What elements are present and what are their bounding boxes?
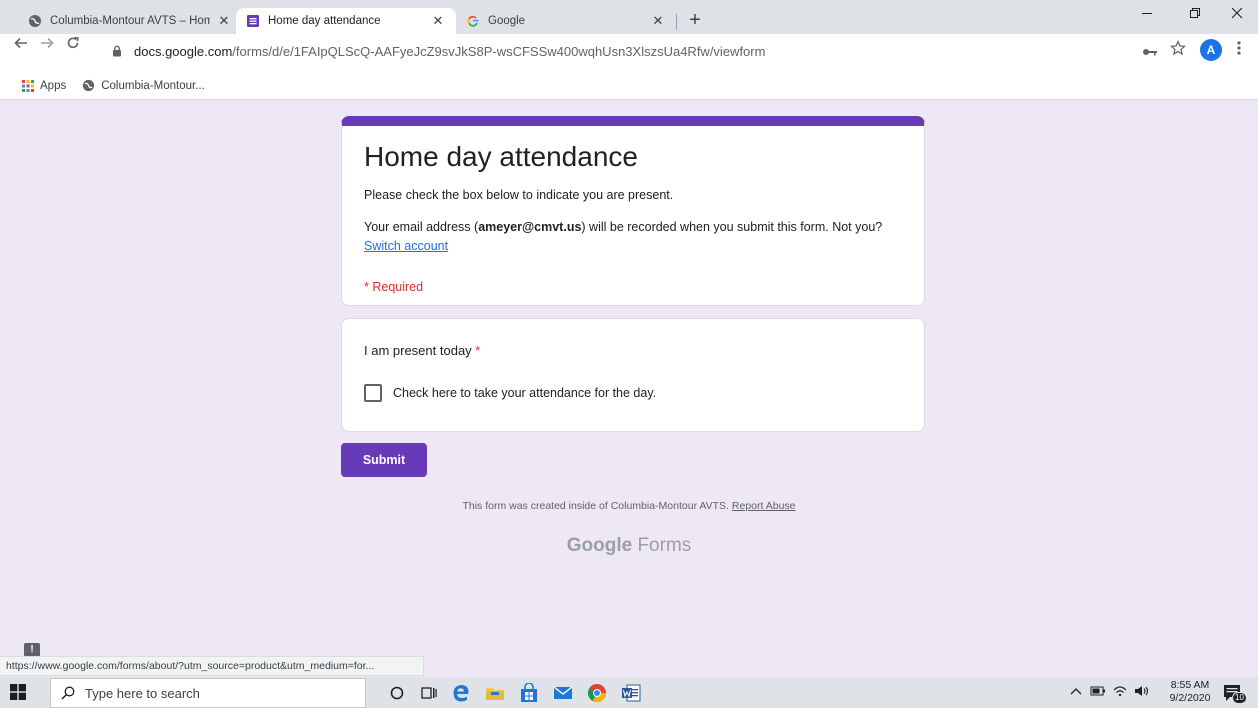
url-path: /forms/d/e/1FAIpQLScQ-AAFyeJcZ9svJkS8P-w… <box>232 43 766 59</box>
report-abuse-link[interactable]: Report Abuse <box>732 500 796 512</box>
footer-text: This form was created inside of Columbia… <box>462 500 729 512</box>
question-card: I am present today * Check here to take … <box>341 318 925 432</box>
clock-date: 9/2/2020 <box>1169 692 1211 704</box>
edge-icon[interactable] <box>450 682 472 704</box>
brand-google: Google <box>566 535 633 556</box>
key-icon[interactable] <box>1142 44 1158 60</box>
submit-button[interactable]: Submit <box>341 443 427 477</box>
bookmarks-bar: Apps Columbia-Montour... <box>0 72 1258 100</box>
bookmark-apps[interactable]: Apps <box>22 79 67 92</box>
profile-avatar[interactable]: A <box>1200 39 1222 61</box>
apps-grid-icon <box>22 79 34 92</box>
form-page: Home day attendance Please check the box… <box>0 101 1258 676</box>
reload-icon <box>67 36 79 49</box>
user-email: ameyer@cmvt.us <box>478 220 582 234</box>
tab-title: Google <box>488 15 526 27</box>
bookmark-label: Columbia-Montour... <box>101 79 205 92</box>
tab-title: Home day attendance <box>268 15 381 27</box>
notification-count: 10 <box>1232 692 1247 704</box>
word-icon[interactable] <box>620 682 642 704</box>
forward-button[interactable] <box>36 24 58 68</box>
form-description: Please check the box below to indicate y… <box>364 188 674 202</box>
google-forms-logo[interactable]: Google Forms <box>0 535 1258 557</box>
clock-time: 8:55 AM <box>1170 679 1210 691</box>
lock-icon <box>112 45 126 57</box>
windows-taskbar: Type here to search 8:55 AM 9/2/2020 10 <box>0 677 1258 708</box>
wifi-icon[interactable] <box>1112 685 1128 700</box>
tab-close-icon[interactable]: ✕ <box>216 13 232 29</box>
required-note: * Required <box>364 280 424 294</box>
chrome-icon[interactable] <box>586 682 608 704</box>
tab-separator <box>676 14 677 30</box>
minimize-button[interactable] <box>1132 6 1162 22</box>
tab-google[interactable]: Google ✕ <box>456 8 676 34</box>
search-placeholder: Type here to search <box>85 685 200 701</box>
footer-note: This form was created inside of Columbia… <box>0 500 1258 512</box>
taskbar-clock[interactable]: 8:55 AM 9/2/2020 <box>1160 679 1220 705</box>
bookmark-label: Apps <box>40 79 67 92</box>
email-notice-prefix: Your email address ( <box>364 220 479 234</box>
taskbar-search-box[interactable]: Type here to search <box>50 678 366 708</box>
chevron-up-icon[interactable] <box>1070 685 1082 699</box>
volume-icon[interactable] <box>1134 685 1150 700</box>
close-window-button[interactable] <box>1222 6 1252 22</box>
search-icon <box>61 686 75 700</box>
question-title: I am present today * <box>364 343 480 358</box>
mail-icon[interactable] <box>552 682 574 704</box>
checkbox-label[interactable]: Check here to take your attendance for t… <box>393 386 656 400</box>
windows-logo-icon <box>10 684 26 700</box>
switch-account-link[interactable]: Switch account <box>364 239 448 253</box>
required-asterisk: * <box>475 343 481 358</box>
reload-button[interactable] <box>62 24 84 68</box>
new-tab-button[interactable]: + <box>684 10 706 30</box>
file-explorer-icon[interactable] <box>484 682 506 704</box>
tab-home-day-attendance[interactable]: Home day attendance ✕ <box>236 8 456 34</box>
url-host: docs.google.com <box>134 43 233 59</box>
feedback-button[interactable]: ! <box>24 643 40 657</box>
google-g-icon <box>466 14 480 28</box>
tab-close-icon[interactable]: ✕ <box>650 13 666 29</box>
bookmark-star-icon[interactable] <box>1170 39 1186 59</box>
form-header-card: Home day attendance Please check the box… <box>341 116 925 306</box>
store-icon[interactable] <box>518 682 540 704</box>
task-view-icon[interactable] <box>418 682 440 704</box>
arrow-right-icon <box>41 37 54 49</box>
brand-forms: Forms <box>637 535 692 556</box>
tab-close-icon[interactable]: ✕ <box>430 13 446 29</box>
more-menu-icon[interactable] <box>1232 41 1246 59</box>
arrow-left-icon <box>14 37 27 49</box>
address-bar[interactable]: docs.google.com/forms/d/e/1FAIpQLScQ-AAF… <box>112 39 1142 63</box>
status-bar-url: https://www.google.com/forms/about/?utm_… <box>0 656 424 676</box>
windows-start-button[interactable] <box>10 684 26 703</box>
attendance-checkbox[interactable] <box>364 384 382 402</box>
bookmark-columbia-montour[interactable]: Columbia-Montour... <box>82 79 205 92</box>
browser-tab-strip: Columbia-Montour AVTS – Home ✕ Home day … <box>0 0 1258 34</box>
restore-button[interactable] <box>1180 6 1210 22</box>
action-center-button[interactable]: 10 <box>1222 683 1247 704</box>
globe-icon <box>82 79 95 92</box>
cortana-icon[interactable] <box>386 682 408 704</box>
question-title-text: I am present today <box>364 343 472 358</box>
email-notice-suffix: ) will be recorded when you submit this … <box>581 220 883 234</box>
form-title: Home day attendance <box>364 141 638 172</box>
email-notice: Your email address (ameyer@cmvt.us) will… <box>364 218 904 256</box>
back-button[interactable] <box>10 24 32 68</box>
battery-icon[interactable] <box>1090 685 1106 699</box>
forms-icon <box>246 14 260 28</box>
url-text: docs.google.com/forms/d/e/1FAIpQLScQ-AAF… <box>134 44 765 59</box>
